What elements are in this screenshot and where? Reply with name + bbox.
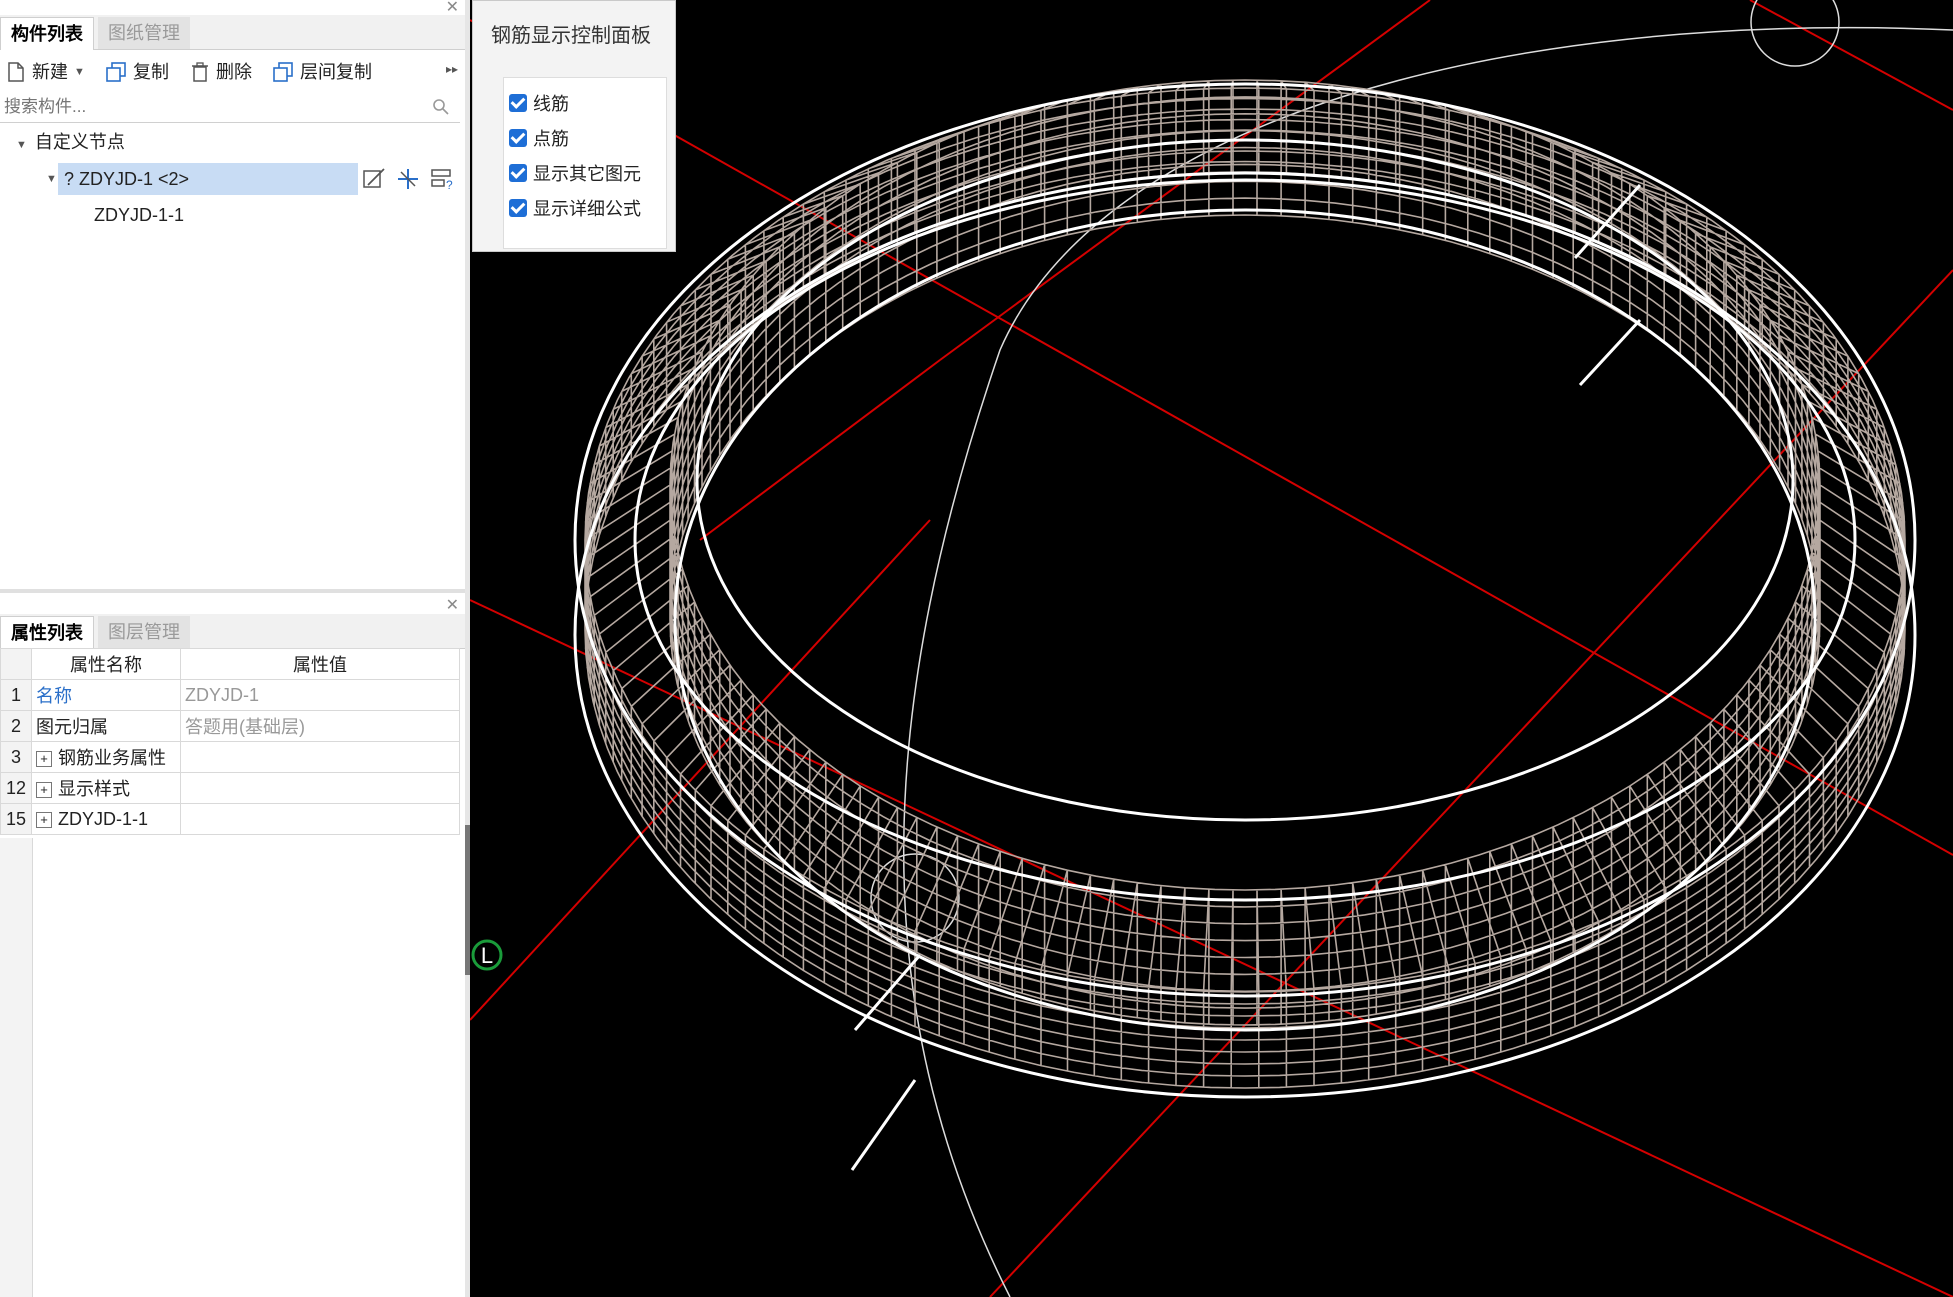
new-button[interactable]: 新建 ▼ xyxy=(6,58,85,86)
splitter-handle[interactable] xyxy=(465,825,470,975)
panel-title: 钢筋显示控制面板 xyxy=(491,25,651,47)
property-tabs: 属性列表 图层管理 xyxy=(0,614,465,649)
tree-node-selected[interactable]: ▼ ? ZDYJD-1 <2> xyxy=(46,163,358,195)
rebar-display-control-panel: 钢筋显示控制面板 线筋 点筋 显示其它图元 显示详细公式 xyxy=(472,0,676,252)
checkbox-icon[interactable] xyxy=(509,94,527,112)
delete-button[interactable]: 删除 xyxy=(190,58,252,86)
expand-icon[interactable]: + xyxy=(36,811,52,828)
close-icon[interactable]: ✕ xyxy=(446,598,459,614)
component-tabs: 构件列表 图纸管理 xyxy=(0,15,465,50)
panel-divider[interactable] xyxy=(0,589,465,593)
tree-child-item[interactable]: ZDYJD-1-1 xyxy=(94,199,184,231)
checkbox-point-rebar[interactable]: 点筋 xyxy=(509,124,569,152)
splitter[interactable] xyxy=(465,0,470,1297)
tab-property-list[interactable]: 属性列表 xyxy=(0,616,94,649)
property-value[interactable]: 答题用(基础层) xyxy=(180,710,460,742)
copy-icon xyxy=(106,62,126,82)
expand-icon[interactable]: + xyxy=(36,751,52,768)
more-arrow-icon[interactable]: ▸▸ xyxy=(446,62,458,76)
checkbox-icon[interactable] xyxy=(509,164,527,182)
copy-button[interactable]: 复制 xyxy=(105,58,169,86)
3d-viewport[interactable]: L xyxy=(470,0,1953,1297)
table-row[interactable]: 15 + ZDYJD-1-1 xyxy=(0,803,460,835)
table-row[interactable]: 1 名称 ZDYJD-1 xyxy=(0,679,460,711)
new-file-icon xyxy=(8,62,24,82)
attribute-icon[interactable]: ? xyxy=(430,167,456,191)
floor-copy-button[interactable]: 层间复制 xyxy=(272,58,372,86)
svg-text:?: ? xyxy=(446,178,453,191)
search-icon[interactable] xyxy=(432,98,450,116)
close-icon[interactable]: ✕ xyxy=(446,0,459,16)
tab-drawing-management[interactable]: 图纸管理 xyxy=(98,17,190,49)
property-table: 属性名称 属性值 1 名称 ZDYJD-1 2 图元归属 答题用(基础层) 3 … xyxy=(0,648,460,835)
caret-down-icon[interactable]: ▼ xyxy=(16,139,27,151)
floor-copy-icon xyxy=(273,62,293,82)
checkbox-line-rebar[interactable]: 线筋 xyxy=(509,89,569,117)
checkbox-show-detail-formula[interactable]: 显示详细公式 xyxy=(509,194,641,222)
caret-down-icon[interactable]: ▼ xyxy=(46,163,57,195)
table-header: 属性名称 属性值 xyxy=(0,648,460,680)
table-row[interactable]: 2 图元归属 答题用(基础层) xyxy=(0,710,460,742)
table-row[interactable]: 12 + 显示样式 xyxy=(0,772,460,804)
trash-icon xyxy=(192,62,208,82)
tab-layer-management[interactable]: 图层管理 xyxy=(98,616,190,648)
column-header-value: 属性值 xyxy=(180,648,460,680)
tab-component-list[interactable]: 构件列表 xyxy=(0,17,94,50)
left-sidebar: ✕ 构件列表 图纸管理 新建 ▼ 复制 删除 层间复制 ▸▸ ▼自定义节点 ▼ xyxy=(0,0,465,1297)
property-value[interactable] xyxy=(180,803,460,835)
pick-icon[interactable] xyxy=(396,167,420,191)
property-value[interactable] xyxy=(180,772,460,804)
svg-text:L: L xyxy=(481,943,493,968)
component-toolbar: 新建 ▼ 复制 删除 层间复制 ▸▸ xyxy=(0,54,465,90)
column-header-name: 属性名称 xyxy=(31,648,181,680)
search-input[interactable] xyxy=(0,92,426,122)
tree-root[interactable]: ▼ 自定义节点 xyxy=(16,126,125,158)
chevron-down-icon[interactable]: ▼ xyxy=(74,58,85,86)
property-value[interactable] xyxy=(180,741,460,773)
checkbox-show-other-elements[interactable]: 显示其它图元 xyxy=(509,159,641,187)
checkbox-icon[interactable] xyxy=(509,199,527,217)
table-row[interactable]: 3 + 钢筋业务属性 xyxy=(0,741,460,773)
search-bar xyxy=(0,92,460,123)
checkbox-icon[interactable] xyxy=(509,129,527,147)
edit-icon[interactable] xyxy=(362,167,386,191)
expand-icon[interactable]: + xyxy=(36,782,52,799)
row-number-gutter xyxy=(0,838,33,1297)
property-value[interactable]: ZDYJD-1 xyxy=(180,679,460,711)
